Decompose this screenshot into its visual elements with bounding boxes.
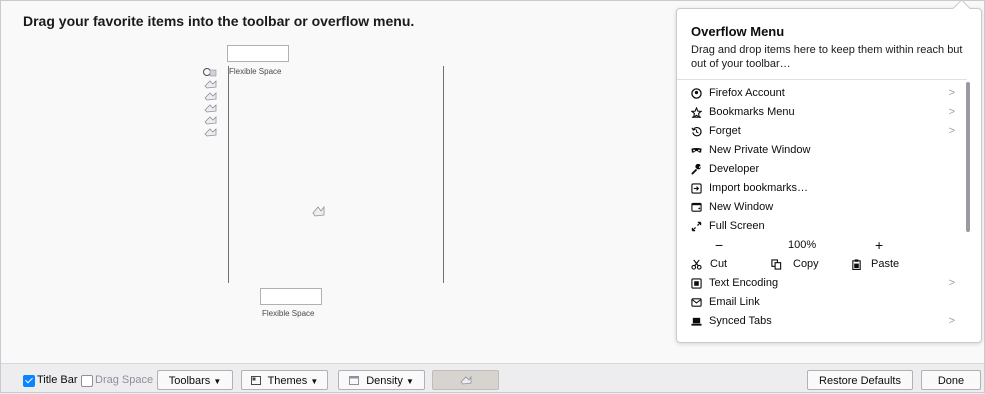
menu-item-forget[interactable]: Forget > <box>691 122 963 141</box>
menu-item-new-private-window[interactable]: New Private Window <box>691 141 963 160</box>
chevron-right-icon: > <box>948 125 955 137</box>
themes-label: Themes <box>267 375 308 387</box>
chevron-right-icon: > <box>948 277 955 289</box>
toolbars-button[interactable]: Toolbars ▼ <box>157 370 233 390</box>
restore-defaults-button[interactable]: Restore Defaults <box>807 370 913 390</box>
wrench-icon <box>691 164 702 175</box>
zoom-in-button[interactable]: + <box>875 236 883 255</box>
overflow-menu-description: Drag and drop items here to keep them wi… <box>691 44 963 70</box>
zoom-reset-button[interactable]: 100% <box>788 236 816 255</box>
menu-item-label: Bookmarks Menu <box>709 106 795 118</box>
drag-space-checkbox[interactable] <box>81 375 93 387</box>
menu-item-label: Text Encoding <box>709 277 779 289</box>
paste-button[interactable]: Paste <box>871 255 899 274</box>
forget-icon <box>691 126 702 137</box>
panel-scrollbar-thumb[interactable] <box>966 82 970 232</box>
menu-item-firefox-account[interactable]: Firefox Account > <box>691 84 963 103</box>
toolbar-left-edge <box>228 66 229 283</box>
chevron-down-icon: ▼ <box>405 377 414 386</box>
menu-item-email-link[interactable]: Email Link <box>691 293 963 312</box>
drag-space-label[interactable]: Drag Space <box>95 372 153 388</box>
toolbar-right-edge <box>443 66 444 283</box>
menu-item-label: Import bookmarks… <box>709 182 809 194</box>
account-icon <box>691 88 702 99</box>
toolbars-label: Toolbars <box>168 375 211 387</box>
extension-icon-stack[interactable] <box>203 67 217 145</box>
flexible-space-bottom-label: Flexible Space <box>262 309 315 318</box>
menu-item-import-bookmarks[interactable]: Import bookmarks… <box>691 179 963 198</box>
import-icon <box>691 183 702 194</box>
flexible-space-top-label: Flexible Space <box>229 67 282 76</box>
density-button[interactable]: Density ▼ <box>338 370 425 390</box>
email-icon <box>691 298 702 307</box>
zoom-controls: − 100% + <box>691 236 963 255</box>
puzzle-icon <box>204 116 217 125</box>
flexible-space-bottom[interactable] <box>260 288 322 305</box>
new-window-icon <box>691 202 702 212</box>
zoom-out-button[interactable]: − <box>715 236 723 255</box>
themes-icon <box>250 376 261 385</box>
puzzle-icon[interactable] <box>312 205 326 217</box>
puzzle-icon <box>459 375 471 385</box>
menu-item-label: Synced Tabs <box>709 315 772 327</box>
copy-button[interactable]: Copy <box>793 255 819 274</box>
density-icon <box>349 376 360 385</box>
cut-icon <box>691 259 702 270</box>
puzzle-icon <box>203 68 217 77</box>
paste-icon <box>852 259 861 270</box>
extension-drop-button[interactable] <box>432 370 499 390</box>
menu-item-text-encoding[interactable]: Text Encoding > <box>691 274 963 293</box>
chevron-down-icon: ▼ <box>310 377 319 386</box>
flexible-space-top[interactable] <box>227 45 289 62</box>
themes-button[interactable]: Themes ▼ <box>241 370 328 390</box>
title-bar-checkbox[interactable] <box>23 375 35 387</box>
menu-item-label: Forget <box>709 125 741 137</box>
chevron-right-icon: > <box>948 106 955 118</box>
menu-item-full-screen[interactable]: Full Screen <box>691 217 963 236</box>
synced-tabs-icon <box>691 317 702 326</box>
bookmarks-icon <box>691 107 702 118</box>
panel-separator <box>677 79 967 80</box>
menu-item-bookmarks-menu[interactable]: Bookmarks Menu > <box>691 103 963 122</box>
cut-button[interactable]: Cut <box>710 255 727 274</box>
puzzle-icon <box>204 80 217 89</box>
menu-item-new-window[interactable]: New Window <box>691 198 963 217</box>
menu-item-label: Firefox Account <box>709 87 785 99</box>
edit-controls: Cut Copy Paste <box>691 255 963 274</box>
menu-item-label: New Window <box>709 201 774 213</box>
puzzle-icon <box>204 128 217 137</box>
puzzle-icon <box>204 92 217 101</box>
menu-item-label: Full Screen <box>709 220 765 232</box>
title-bar-label[interactable]: Title Bar <box>37 372 78 388</box>
chevron-right-icon: > <box>948 315 955 327</box>
density-label: Density <box>366 375 403 387</box>
text-encoding-icon <box>691 278 702 289</box>
copy-icon <box>771 259 782 270</box>
menu-item-label: Developer <box>709 163 760 175</box>
menu-item-synced-tabs[interactable]: Synced Tabs > <box>691 312 963 331</box>
fullscreen-icon <box>691 221 702 232</box>
puzzle-icon <box>204 104 217 113</box>
overflow-menu-title: Overflow Menu <box>691 24 785 39</box>
private-window-icon <box>691 147 702 153</box>
chevron-down-icon: ▼ <box>213 377 222 386</box>
menu-item-label: Email Link <box>709 296 760 308</box>
menu-item-developer[interactable]: Developer <box>691 160 963 179</box>
chevron-right-icon: > <box>948 87 955 99</box>
menu-item-label: New Private Window <box>709 144 811 156</box>
page-heading: Drag your favorite items into the toolba… <box>23 13 415 29</box>
done-button[interactable]: Done <box>921 370 981 390</box>
